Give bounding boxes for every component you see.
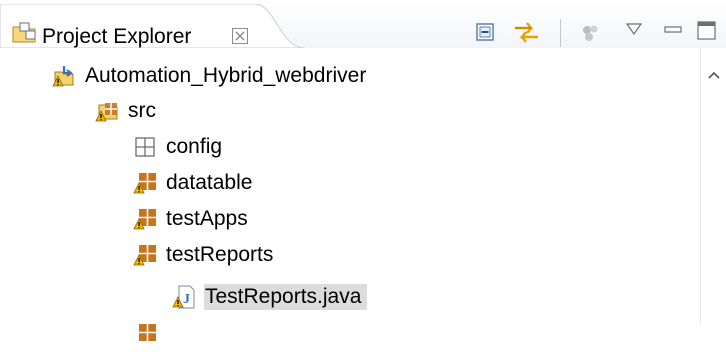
package-warning-icon xyxy=(133,209,156,230)
package-warning-icon xyxy=(133,245,156,266)
tree-item-label: config xyxy=(166,135,223,158)
package-warning-icon xyxy=(133,173,156,194)
java-project-warning-icon xyxy=(52,66,74,87)
tree-item-config[interactable]: config xyxy=(133,129,228,165)
tree-item-partial[interactable] xyxy=(133,316,165,352)
minimize-icon[interactable] xyxy=(664,24,682,38)
filters-icon[interactable] xyxy=(580,23,602,43)
project-explorer-icon xyxy=(12,22,36,43)
tree-item-project[interactable]: Automation_Hybrid_webdriver xyxy=(52,58,372,94)
tree-item-testreports[interactable]: testReports xyxy=(133,237,279,273)
package-warning-icon xyxy=(139,324,156,341)
toolbar-separator xyxy=(560,19,561,47)
tree-item-testreports-java[interactable]: J TestReports.java xyxy=(172,279,368,315)
project-explorer-tab[interactable]: Project Explorer xyxy=(0,4,318,48)
view-tab-bar: Project Explorer xyxy=(0,0,726,49)
tree-item-label: src xyxy=(128,99,156,122)
tree-item-label: testApps xyxy=(166,207,248,230)
tree-item-testapps[interactable]: testApps xyxy=(133,201,254,237)
java-file-warning-icon: J xyxy=(172,285,195,309)
tree-item-label: TestReports.java xyxy=(204,284,368,310)
tree-item-src[interactable]: src xyxy=(95,93,162,129)
close-icon[interactable] xyxy=(231,27,249,45)
maximize-icon[interactable] xyxy=(696,20,718,42)
source-folder-warning-icon xyxy=(95,103,118,122)
tab-title: Project Explorer xyxy=(42,25,192,48)
tree-item-label: Automation_Hybrid_webdriver xyxy=(85,64,367,87)
empty-package-icon xyxy=(135,137,155,157)
tree-item-datatable[interactable]: datatable xyxy=(133,165,258,201)
view-menu-icon[interactable] xyxy=(626,23,642,35)
project-tree: Automation_Hybrid_webdriver src config d… xyxy=(0,48,700,341)
tree-item-label: datatable xyxy=(166,171,253,194)
link-with-editor-icon[interactable] xyxy=(512,19,542,47)
tree-item-label: testReports xyxy=(166,243,274,266)
scroll-up-arrow-icon[interactable] xyxy=(707,70,721,80)
collapse-all-icon[interactable] xyxy=(475,22,497,44)
vertical-scrollbar[interactable] xyxy=(700,48,726,324)
svg-text:J: J xyxy=(183,292,190,307)
